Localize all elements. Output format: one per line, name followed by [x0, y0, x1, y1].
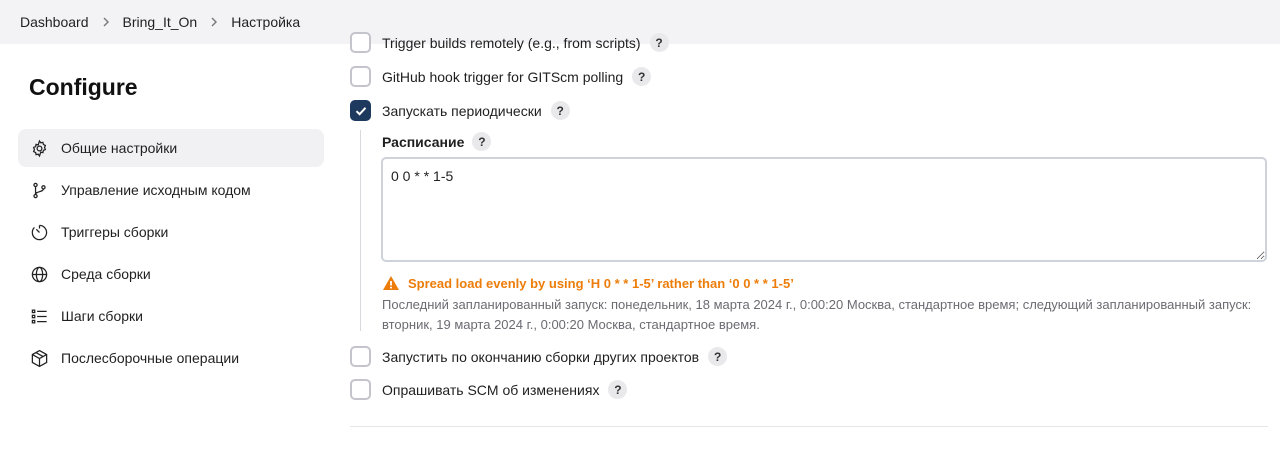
nested-indent-line [360, 130, 361, 331]
trigger-after-other-label: Запустить по окончанию сборки других про… [382, 348, 700, 365]
help-icon[interactable]: ? [632, 67, 652, 86]
schedule-warning: Spread load evenly by using ‘H 0 * * 1-5… [382, 275, 794, 291]
schedule-textarea[interactable] [381, 157, 1267, 262]
sidebar-item-label: Шаги сборки [61, 308, 143, 324]
breadcrumb-settings[interactable]: Настройка [231, 14, 300, 30]
sidebar-item-general[interactable]: Общие настройки [18, 129, 324, 167]
trigger-periodic-row: Запускать периодически ? [350, 100, 570, 121]
globe-icon [29, 264, 49, 284]
sidebar-item-label: Общие настройки [61, 140, 178, 156]
sidebar-item-triggers[interactable]: Триггеры сборки [18, 213, 324, 251]
sidebar-item-label: Управление исходным кодом [61, 182, 251, 198]
build-triggers-section: Trigger builds remotely (e.g., from scri… [340, 32, 1280, 458]
timer-icon [29, 222, 49, 242]
gear-icon [29, 138, 49, 158]
help-icon[interactable]: ? [708, 347, 728, 366]
trigger-after-other-row: Запустить по окончанию сборки других про… [350, 346, 728, 367]
chevron-right-icon [89, 16, 123, 28]
schedule-label-row: Расписание ? [382, 132, 492, 151]
page-title: Configure [29, 74, 138, 100]
section-divider [350, 426, 1268, 427]
schedule-label: Расписание [382, 133, 465, 150]
sidebar-item-build-steps[interactable]: Шаги сборки [18, 297, 324, 335]
sidebar: Configure Общие настройки Управление исх… [0, 44, 340, 458]
schedule-info: Последний запланированный запуск: понеде… [382, 297, 1252, 332]
sidebar-item-scm[interactable]: Управление исходным кодом [18, 171, 324, 209]
help-icon[interactable]: ? [608, 380, 628, 399]
checkmark-icon [355, 106, 366, 116]
help-icon[interactable]: ? [472, 132, 492, 151]
help-icon[interactable]: ? [550, 101, 570, 120]
git-branch-icon [29, 180, 49, 200]
sidebar-item-label: Среда сборки [61, 266, 151, 282]
chevron-right-icon [197, 16, 231, 28]
sidebar-item-environment[interactable]: Среда сборки [18, 255, 324, 293]
trigger-remote-checkbox[interactable] [350, 32, 371, 53]
trigger-poll-scm-row: Опрашивать SCM об изменениях ? [350, 379, 628, 400]
sidebar-item-post-build[interactable]: Послесборочные операции [18, 339, 324, 377]
warning-icon [383, 276, 399, 290]
schedule-warning-text: Spread load evenly by using ‘H 0 * * 1-5… [408, 275, 794, 291]
trigger-periodic-label: Запускать периодически [382, 102, 542, 119]
trigger-poll-scm-label: Опрашивать SCM об изменениях [382, 381, 600, 398]
list-icon [29, 306, 49, 326]
trigger-github-checkbox[interactable] [350, 66, 371, 87]
sidebar-item-label: Триггеры сборки [61, 224, 169, 240]
breadcrumb-dashboard[interactable]: Dashboard [20, 14, 89, 30]
trigger-after-other-checkbox[interactable] [350, 346, 371, 367]
trigger-poll-scm-checkbox[interactable] [350, 379, 371, 400]
help-icon[interactable]: ? [649, 33, 669, 52]
trigger-remote-label: Trigger builds remotely (e.g., from scri… [382, 34, 641, 51]
trigger-github-label: GitHub hook trigger for GITScm polling [382, 68, 624, 85]
breadcrumb-project[interactable]: Bring_It_On [123, 14, 198, 30]
trigger-periodic-checkbox[interactable] [350, 100, 371, 121]
package-icon [29, 348, 49, 368]
trigger-remote-row: Trigger builds remotely (e.g., from scri… [350, 32, 669, 53]
sidebar-item-label: Послесборочные операции [61, 350, 240, 366]
trigger-github-row: GitHub hook trigger for GITScm polling ? [350, 66, 652, 87]
